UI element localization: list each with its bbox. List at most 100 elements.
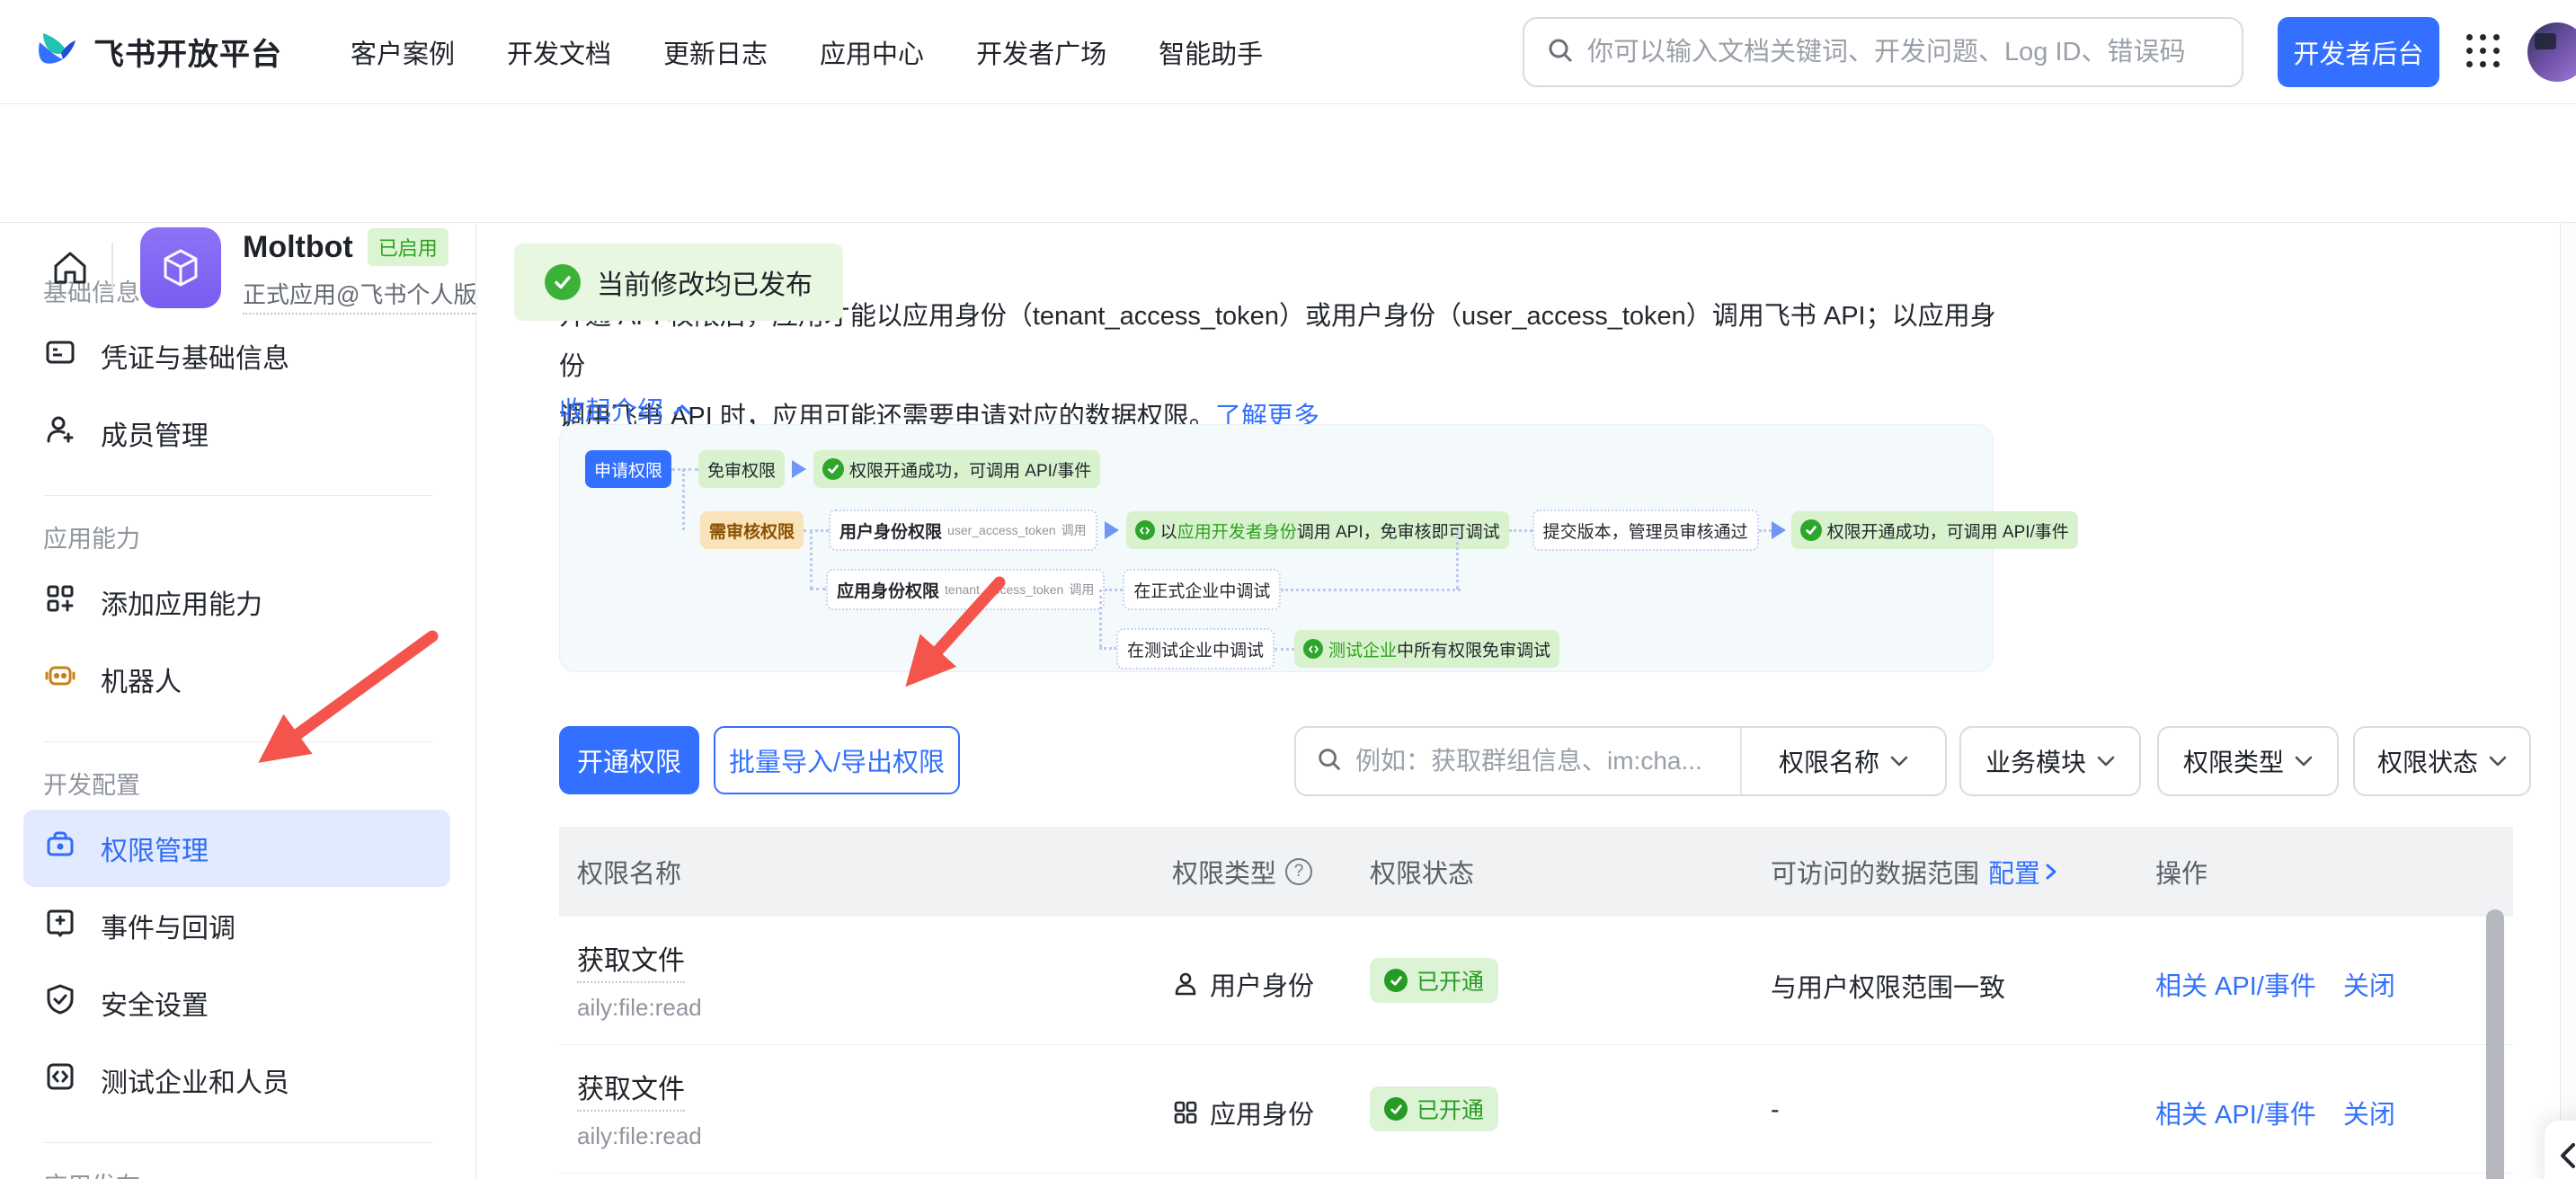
nav-item-ai-assistant[interactable]: 智能助手 <box>1159 33 1263 71</box>
user-token-code: user_access_token <box>947 523 1056 537</box>
search-field-label: 权限名称 <box>1779 743 1879 779</box>
publish-status-pill: 当前修改均已发布 <box>514 244 843 321</box>
batch-import-export-button[interactable]: 批量导入/导出权限 <box>714 726 960 794</box>
column-header-actions: 操作 <box>2155 827 2207 917</box>
collapse-intro-link[interactable]: 收起介绍 <box>559 390 692 428</box>
app-icon[interactable] <box>140 227 221 308</box>
sidebar-item-permissions[interactable]: 权限管理 <box>23 810 450 887</box>
chevron-down-icon <box>2489 755 2507 767</box>
scope-config-link[interactable]: 配置 <box>1988 853 2058 891</box>
filter-business-module[interactable]: 业务模块 <box>1959 726 2141 796</box>
sidebar-item-label: 权限管理 <box>101 829 209 868</box>
flow-row-2: 需审核权限 用户身份权限 user_access_token 调用 以应用开发者… <box>700 508 2078 553</box>
scope-cell: - <box>1771 1095 1780 1125</box>
search-icon <box>1546 36 1575 69</box>
id-card-icon <box>43 335 77 377</box>
shield-check-icon <box>43 982 77 1024</box>
nav-item-changelog[interactable]: 更新日志 <box>663 33 768 71</box>
sidebar-item-bot[interactable]: 机器人 <box>23 641 450 718</box>
flow-connector <box>1105 589 1123 591</box>
flow-connector <box>1509 529 1532 532</box>
close-permission-link[interactable]: 关闭 <box>2343 965 2395 1003</box>
vertical-scrollbar[interactable] <box>2486 909 2504 1179</box>
flow-connector <box>1275 648 1294 651</box>
sidebar-item-label: 凭证与基础信息 <box>101 336 289 376</box>
user-avatar[interactable] <box>2527 22 2576 82</box>
home-icon[interactable] <box>50 248 90 288</box>
check-circle-icon <box>545 264 581 300</box>
nav-item-dev-square[interactable]: 开发者广场 <box>976 33 1106 71</box>
column-header-scope: 可访问的数据范围 配置 <box>1771 827 2058 917</box>
dev-identity-text: 以应用开发者身份调用 API，免审核即可调试 <box>1160 519 1500 543</box>
chevron-left-icon <box>2555 1140 2576 1171</box>
status-badge: 已开通 <box>1370 1086 1498 1131</box>
check-circle-icon <box>822 458 844 480</box>
actions-cell: 相关 API/事件 关闭 <box>2155 1094 2395 1131</box>
developer-console-button[interactable]: 开发者后台 <box>2278 17 2439 87</box>
global-search-box[interactable] <box>1523 17 2243 87</box>
flow-node-test-free: 测试企业中所有权限免审调试 <box>1294 630 1559 668</box>
right-rail <box>2560 223 2576 1179</box>
sidebar-item-events[interactable]: 事件与回调 <box>23 887 450 964</box>
sidebar-item-add-capability[interactable]: 添加应用能力 <box>23 563 450 641</box>
flow-success-text: 权限开通成功，可调用 API/事件 <box>1827 519 2069 543</box>
flow-connector <box>671 468 698 471</box>
collapse-intro-label: 收起介绍 <box>559 390 663 428</box>
sidebar-item-label: 测试企业和人员 <box>101 1060 289 1100</box>
feishu-logo[interactable]: 飞书开放平台 <box>36 30 282 74</box>
briefcase-lock-icon <box>43 828 77 869</box>
sidebar-item-test-company[interactable]: 测试企业和人员 <box>23 1042 450 1119</box>
sidebar-divider <box>43 495 432 496</box>
app-subtitle[interactable]: 正式应用@飞书个人版 <box>243 277 476 315</box>
api-debug-icon <box>1135 520 1155 540</box>
sidebar-item-security[interactable]: 安全设置 <box>23 964 450 1042</box>
feishu-open-platform-page: 飞书开放平台 客户案例 开发文档 更新日志 应用中心 开发者广场 智能助手 开发… <box>0 0 2576 1179</box>
flow-arrow-icon <box>1772 521 1786 539</box>
expand-panel-button[interactable] <box>2544 1120 2576 1179</box>
sidebar-item-members[interactable]: 成员管理 <box>23 394 450 472</box>
related-api-link[interactable]: 相关 API/事件 <box>2155 965 2316 1003</box>
apps-grid-icon[interactable] <box>2466 34 2502 70</box>
filter-permission-status[interactable]: 权限状态 <box>2353 726 2531 796</box>
flow-node-need-review: 需审核权限 <box>700 511 804 549</box>
nav-item-docs[interactable]: 开发文档 <box>507 33 611 71</box>
filter-permission-type[interactable]: 权限类型 <box>2157 726 2339 796</box>
permission-type-label: 应用身份 <box>1210 1094 1314 1131</box>
sidebar: 基础信息 凭证与基础信息 成员管理 应用能力 <box>0 223 476 1179</box>
flow-node-formal-debug: 在正式企业中调试 <box>1123 569 1281 610</box>
search-icon <box>1316 746 1343 777</box>
permission-name[interactable]: 获取文件 <box>577 1067 685 1112</box>
table-header: 权限名称 权限类型 ? 权限状态 可访问的数据范围 配置 操作 <box>559 827 2513 917</box>
flow-node-no-review: 免审权限 <box>698 450 785 488</box>
tenant-token-code: tenant_access_token <box>945 582 1063 597</box>
permission-name[interactable]: 获取文件 <box>577 938 685 983</box>
flow-connector <box>1099 590 1102 647</box>
check-circle-icon <box>1800 519 1822 541</box>
nav-item-cases[interactable]: 客户案例 <box>351 33 455 71</box>
sidebar-item-credentials[interactable]: 凭证与基础信息 <box>23 317 450 394</box>
check-circle-icon <box>1384 1097 1408 1121</box>
code-box-icon <box>43 1059 77 1101</box>
sidebar-divider <box>43 741 432 742</box>
search-field-selector[interactable]: 权限名称 <box>1742 743 1945 779</box>
column-header-status: 权限状态 <box>1370 827 1474 917</box>
permission-search-input[interactable] <box>1355 747 1733 776</box>
nav-item-app-center[interactable]: 应用中心 <box>820 33 924 71</box>
flow-row-1: 申请权限 免审权限 权限开通成功，可调用 API/事件 <box>585 447 1100 492</box>
open-permission-button[interactable]: 开通权限 <box>559 726 699 794</box>
flow-node-success-2: 权限开通成功，可调用 API/事件 <box>1791 511 2078 549</box>
flow-node-app-identity: 应用身份权限 tenant_access_token 调用 <box>826 569 1105 610</box>
flow-connector <box>1281 589 1461 591</box>
close-permission-link[interactable]: 关闭 <box>2343 1094 2395 1131</box>
tenant-token-suffix: 调用 <box>1069 581 1094 598</box>
main-content: 权限管理 开通 API 权限后，应用才能以应用身份（tenant_access_… <box>476 223 2560 1179</box>
sidebar-item-label: 安全设置 <box>101 983 209 1023</box>
permission-search-box[interactable]: 权限名称 <box>1294 726 1947 796</box>
global-search-input[interactable] <box>1587 38 2220 67</box>
related-api-link[interactable]: 相关 API/事件 <box>2155 1094 2316 1131</box>
event-callback-icon <box>43 905 77 946</box>
permission-type-label: 用户身份 <box>1210 965 1314 1003</box>
chevron-right-icon <box>2044 862 2058 882</box>
help-icon[interactable]: ? <box>1285 858 1312 885</box>
flow-node-test-debug: 在测试企业中调试 <box>1116 628 1275 669</box>
